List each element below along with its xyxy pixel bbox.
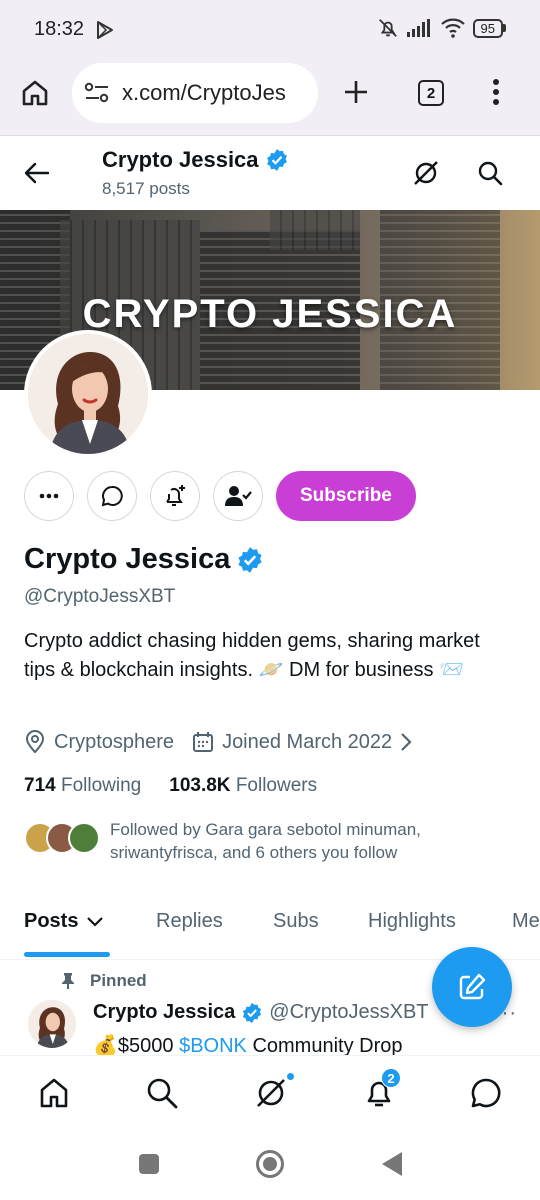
tweet-avatar[interactable] — [28, 1000, 76, 1048]
profile-name: Crypto Jessica — [24, 543, 231, 575]
followers-link[interactable]: 103.8K Followers — [169, 775, 317, 797]
followers-count: 103.8K — [169, 775, 231, 796]
mute-icon — [378, 19, 397, 37]
follower-avatars — [24, 822, 102, 856]
chevron-right-icon — [401, 733, 412, 751]
grok-nav-icon[interactable] — [254, 1076, 288, 1110]
tweet-header: Crypto Jessica @CryptoJessXBT — [93, 1001, 429, 1024]
grok-notification-dot — [286, 1072, 295, 1081]
explore-search-icon[interactable] — [145, 1076, 179, 1110]
verified-badge-icon — [243, 1002, 262, 1023]
active-tab-indicator — [24, 952, 110, 957]
joined-text: Joined March 2022 — [222, 730, 393, 753]
profile-actions: Subscribe — [24, 471, 416, 521]
more-options-button[interactable] — [24, 471, 74, 521]
compose-button[interactable] — [432, 947, 512, 1027]
pin-icon — [62, 973, 74, 989]
back-arrow-icon[interactable] — [24, 161, 50, 185]
tweet-author[interactable]: Crypto Jessica — [93, 1001, 235, 1024]
followed-by-text: Followed by Gara gara sebotol minuman, s… — [110, 820, 421, 862]
search-icon[interactable] — [476, 159, 504, 187]
verified-badge-icon — [266, 149, 287, 171]
tweet-handle[interactable]: @CryptoJessXBT — [269, 1001, 428, 1024]
followers-label: Followers — [235, 775, 318, 796]
profile-bio: Crypto addict chasing hidden gems, shari… — [24, 630, 480, 681]
signal-icon — [406, 19, 430, 37]
notifications-badge: 2 — [381, 1068, 401, 1088]
tweet-text-rest: Community Drop — [246, 1035, 403, 1055]
status-time: 18:32 — [34, 18, 85, 40]
tweet-text: 💰$5000 $BONK Community Drop — [93, 1033, 403, 1055]
more-icon — [39, 493, 59, 499]
android-back-button[interactable] — [382, 1152, 402, 1176]
browser-toolbar: x.com/CryptoJes 2 — [0, 60, 540, 136]
location-text: Cryptosphere — [54, 730, 175, 753]
grok-icon[interactable] — [412, 159, 440, 187]
money-bag-emoji: 💰 — [93, 1035, 118, 1055]
tab-posts-label: Posts — [24, 910, 79, 932]
location-pin-icon — [25, 730, 45, 754]
person-check-icon — [225, 486, 252, 506]
profile-meta: Cryptosphere Joined March 2022 — [24, 730, 430, 754]
grok-chat-button[interactable] — [87, 471, 137, 521]
followed-by[interactable]: Followed by Gara gara sebotol minuman, s… — [24, 818, 470, 864]
url-text: x.com/CryptoJes — [122, 80, 286, 105]
notify-button[interactable] — [150, 471, 200, 521]
site-settings-icon[interactable] — [84, 82, 110, 104]
android-home-button[interactable] — [256, 1150, 284, 1178]
following-count: 714 — [24, 775, 56, 796]
tab-posts[interactable]: Posts — [24, 910, 104, 933]
location-item: Cryptosphere — [24, 730, 174, 754]
compose-icon — [459, 973, 486, 1000]
follower-avatar — [68, 822, 100, 854]
profile-name-row: Crypto Jessica — [24, 543, 264, 576]
following-button[interactable] — [213, 471, 263, 521]
subscribe-button[interactable]: Subscribe — [276, 471, 416, 521]
cashtag-link[interactable]: $BONK — [179, 1035, 247, 1055]
profile-header: Crypto Jessica 8,517 posts — [0, 137, 540, 210]
header-name: Crypto Jessica — [102, 147, 259, 172]
pinned-indicator: Pinned — [60, 971, 147, 991]
play-store-icon — [97, 21, 113, 39]
tab-subs[interactable]: Subs — [273, 910, 319, 933]
avatar-illustration — [28, 1000, 76, 1048]
following-link[interactable]: 714 Following — [24, 775, 141, 797]
header-title: Crypto Jessica — [102, 147, 289, 173]
android-navigation-bar — [0, 1131, 540, 1200]
profile-avatar[interactable] — [24, 330, 152, 458]
battery-icon: 95 — [472, 18, 506, 38]
tab-replies[interactable]: Replies — [156, 910, 223, 933]
chevron-down-icon — [87, 916, 104, 927]
browser-home-icon[interactable] — [20, 78, 50, 108]
post-count: 8,517 posts — [102, 179, 190, 198]
following-label: Following — [60, 775, 142, 796]
browser-menu-icon[interactable] — [492, 78, 500, 106]
tab-media[interactable]: Me — [512, 910, 540, 933]
tweet-amount: $5000 — [117, 1035, 180, 1055]
status-bar: 18:32 95 — [0, 0, 540, 60]
new-tab-icon[interactable] — [340, 76, 372, 108]
chat-bubble-icon — [101, 485, 123, 507]
avatar-illustration — [28, 334, 148, 454]
profile-handle: @CryptoJessXBT — [24, 586, 176, 607]
calendar-icon — [193, 732, 214, 752]
wifi-icon — [440, 18, 465, 38]
follow-counts: 714 Following 103.8K Followers — [24, 775, 317, 797]
bell-plus-icon — [166, 485, 185, 506]
verified-badge-icon[interactable] — [236, 546, 264, 574]
recents-button[interactable] — [139, 1154, 159, 1174]
messages-icon[interactable] — [469, 1076, 503, 1110]
tab-highlights[interactable]: Highlights — [368, 910, 456, 933]
tab-switcher-button[interactable]: 2 — [418, 80, 444, 106]
bottom-navigation: 2 — [0, 1055, 540, 1131]
home-icon[interactable] — [37, 1076, 71, 1110]
pinned-label: Pinned — [90, 971, 147, 990]
joined-item[interactable]: Joined March 2022 — [192, 731, 412, 754]
address-bar[interactable]: x.com/CryptoJes — [72, 63, 318, 123]
